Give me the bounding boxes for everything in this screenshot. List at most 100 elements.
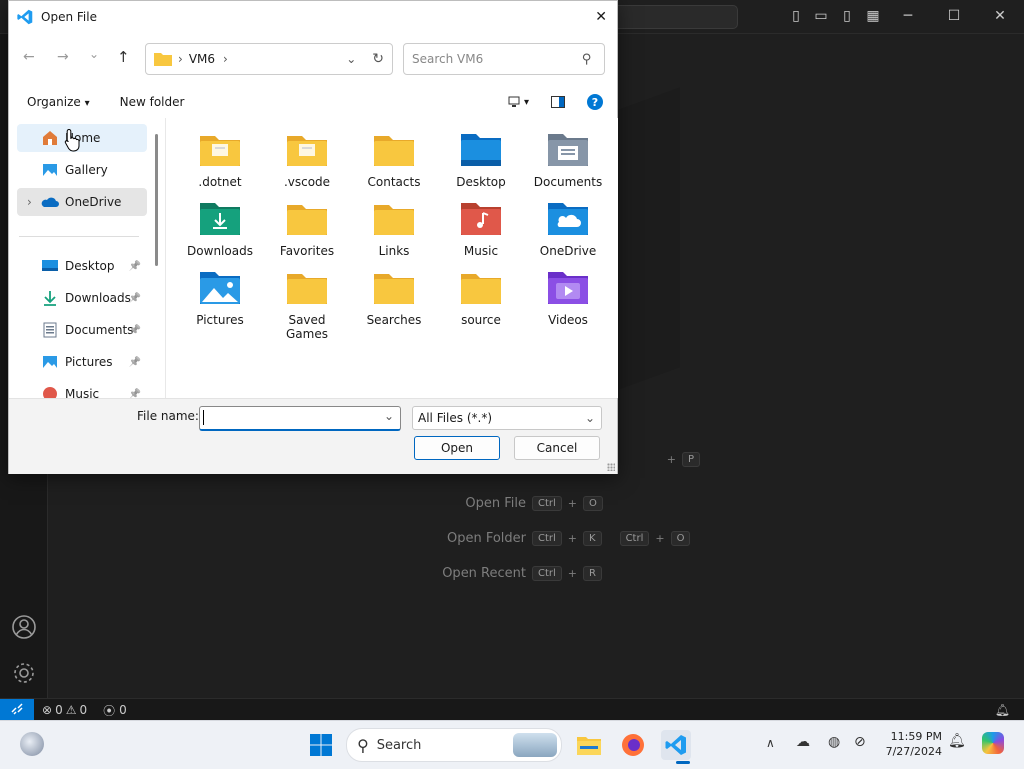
folder-icon	[546, 272, 590, 313]
command-center[interactable]	[600, 5, 738, 29]
open-button[interactable]: Open	[414, 436, 500, 460]
address-bar[interactable]: › VM6 › ⌄ ↻	[145, 43, 393, 75]
customize-layout-icon[interactable]: ▦	[865, 8, 881, 24]
problems-status[interactable]: ⊗ 0 ⚠ 0	[42, 703, 87, 717]
folder-documents[interactable]: Documents	[528, 130, 608, 189]
copilot-icon[interactable]	[982, 732, 1004, 754]
nav-item-label: Documents	[65, 323, 134, 337]
toggle-secondary-sidebar-icon[interactable]: ▯	[839, 8, 855, 24]
folder-icon	[198, 203, 242, 244]
open-file-dialog: Open File ✕ ← → ⌄ ↑ › VM6 › ⌄ ↻ Search V…	[8, 0, 618, 474]
nav-item-home[interactable]: Home	[17, 124, 147, 152]
file-type-select[interactable]: All Files (*.*) ⌄	[412, 406, 602, 430]
folder-contacts[interactable]: Contacts	[354, 130, 434, 189]
shortcut-open-file[interactable]: Open File Ctrl + O	[400, 491, 700, 515]
shortcut-open-recent[interactable]: Open Recent Ctrl + R	[400, 561, 700, 585]
taskbar-search[interactable]: ⚲ Search	[346, 728, 562, 762]
error-icon: ⊗	[42, 703, 53, 717]
breadcrumb-vm6[interactable]: VM6	[189, 52, 215, 66]
navigation-scrollbar[interactable]	[155, 134, 158, 266]
folder-desktop[interactable]: Desktop	[441, 130, 521, 189]
shortcut-label: Open Folder	[446, 530, 526, 546]
downloads-icon	[41, 289, 59, 307]
quick-access-desktop[interactable]: Desktop 📌	[17, 252, 147, 280]
notifications-bell-icon[interactable]: 🔔︎	[995, 703, 1010, 717]
folder-favorites[interactable]: Favorites	[267, 199, 347, 258]
clock[interactable]: 11:59 PM 7/27/2024	[884, 729, 942, 759]
folder-label: Links	[378, 244, 410, 258]
address-dropdown-icon[interactable]: ⌄	[346, 52, 356, 66]
file-name-input[interactable]: ⌄	[199, 406, 401, 431]
nav-item-onedrive[interactable]: › OneDrive	[17, 188, 147, 216]
change-view-button[interactable]: ▾	[508, 96, 529, 108]
preview-pane-icon[interactable]	[551, 96, 565, 108]
folder-links[interactable]: Links	[354, 199, 434, 258]
nav-item-label: Desktop	[65, 259, 115, 273]
help-icon[interactable]: ?	[587, 94, 603, 110]
quick-access-pictures[interactable]: Pictures 📌	[17, 348, 147, 376]
forward-icon[interactable]: →	[57, 49, 69, 65]
folder-videos[interactable]: Videos	[528, 268, 608, 327]
start-button[interactable]	[306, 730, 336, 760]
quick-access-music[interactable]: Music 📌	[17, 380, 147, 398]
folder-pictures[interactable]: Pictures	[180, 268, 260, 327]
breadcrumb-separator[interactable]: ›	[223, 52, 228, 66]
toggle-panel-icon[interactable]: ▭	[813, 8, 829, 24]
cancel-button[interactable]: Cancel	[514, 436, 600, 460]
weather-widget-icon[interactable]	[20, 732, 44, 756]
close-icon[interactable]: ✕	[595, 9, 607, 25]
file-explorer-icon	[577, 737, 601, 755]
volume-muted-icon[interactable]: ⊘	[854, 734, 866, 750]
maximize-icon[interactable]: ☐	[946, 8, 962, 24]
folder-downloads[interactable]: Downloads	[180, 199, 260, 258]
show-hidden-icons-chevron[interactable]: ∧	[766, 736, 775, 750]
organize-button[interactable]: Organize ▾	[27, 95, 90, 109]
nav-item-gallery[interactable]: Gallery	[17, 156, 147, 184]
folder-vscode[interactable]: .vscode	[267, 130, 347, 189]
recent-locations-icon[interactable]: ⌄	[89, 47, 99, 61]
back-icon[interactable]: ←	[23, 49, 35, 65]
home-icon	[41, 129, 59, 147]
resize-grip[interactable]	[607, 463, 615, 471]
remote-indicator[interactable]	[0, 699, 34, 721]
key-cap: Ctrl	[619, 530, 650, 546]
accounts-icon[interactable]	[11, 614, 37, 640]
clock-time: 11:59 PM	[890, 730, 942, 743]
pictures-icon	[41, 353, 59, 371]
quick-access-downloads[interactable]: Downloads 📌	[17, 284, 147, 312]
plus-sign: +	[567, 531, 578, 545]
folder-onedrive[interactable]: OneDrive	[528, 199, 608, 258]
onedrive-offline-icon[interactable]: ☁	[796, 734, 810, 750]
file-name-label: File name:	[137, 409, 199, 423]
pin-icon: 📌	[128, 388, 141, 399]
folder-label: source	[461, 313, 501, 327]
refresh-icon[interactable]: ↻	[372, 51, 384, 67]
minimize-icon[interactable]: ─	[900, 8, 916, 24]
windows-logo-icon	[310, 734, 332, 756]
network-globe-icon[interactable]: ◍	[828, 734, 840, 750]
manage-gear-icon[interactable]	[11, 660, 37, 686]
quick-access-documents[interactable]: Documents 📌	[17, 316, 147, 344]
key-cap: K	[583, 530, 602, 546]
close-window-icon[interactable]: ✕	[992, 8, 1008, 24]
new-folder-button[interactable]: New folder	[120, 95, 185, 109]
up-icon[interactable]: ↑	[117, 48, 130, 66]
toggle-primary-sidebar-icon[interactable]: ▯	[788, 8, 804, 24]
taskbar-firefox[interactable]	[618, 730, 648, 760]
shortcut-open-folder[interactable]: Open Folder Ctrl + K Ctrl + O	[400, 526, 700, 550]
folder-searches[interactable]: Searches	[354, 268, 434, 327]
plus-sign: +	[567, 566, 578, 580]
expand-chevron-icon[interactable]: ›	[27, 195, 32, 209]
onedrive-icon	[41, 193, 59, 211]
taskbar-file-explorer[interactable]	[574, 730, 604, 760]
taskbar-vscode[interactable]	[661, 730, 691, 760]
folder-source[interactable]: source	[441, 268, 521, 327]
search-box[interactable]: Search VM6 ⚲	[403, 43, 605, 75]
folder-label: OneDrive	[539, 244, 597, 258]
folder-saved-games[interactable]: Saved Games	[267, 268, 347, 341]
file-name-dropdown-icon[interactable]: ⌄	[384, 409, 394, 423]
notifications-icon[interactable]: 🔔︎	[948, 733, 966, 749]
ports-status[interactable]: ⦿ 0	[103, 702, 127, 719]
folder-dotnet[interactable]: .dotnet	[180, 130, 260, 189]
folder-music[interactable]: Music	[441, 199, 521, 258]
